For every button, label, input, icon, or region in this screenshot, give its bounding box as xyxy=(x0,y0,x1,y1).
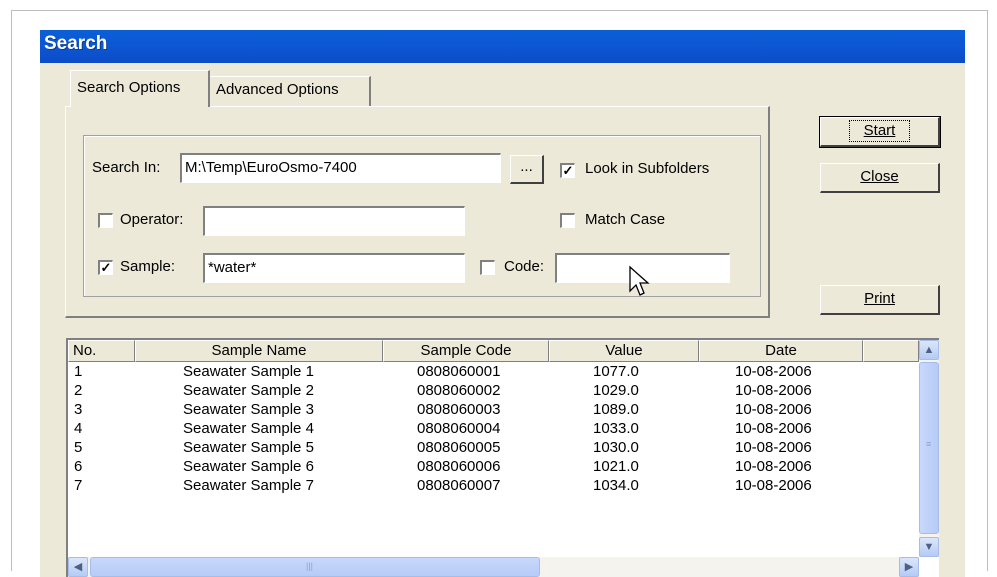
chevron-left-icon[interactable]: ◀ xyxy=(68,557,88,577)
tab-search-options[interactable]: Search Options xyxy=(70,70,210,107)
column-header-empty xyxy=(863,340,919,362)
table-row[interactable]: 1 Seawater Sample 1 0808060001 1077.0 10-08-… xyxy=(68,363,919,380)
vertical-scroll-thumb[interactable]: ≡ xyxy=(919,362,939,534)
row-sample-name: Seawater Sample 6 xyxy=(183,458,314,475)
row-sample-code: 0808060003 xyxy=(417,401,501,418)
row-number: 1 xyxy=(74,363,83,380)
grip-icon: ≡ xyxy=(926,439,932,449)
operator-label: Operator: xyxy=(120,211,184,228)
row-sample-code: 0808060007 xyxy=(417,477,501,494)
vertical-scrollbar[interactable]: ▲ ≡ ▼ xyxy=(919,340,939,557)
row-value: 1029.0 xyxy=(593,382,639,399)
row-value: 1034.0 xyxy=(593,477,639,494)
row-date: 10-08-2006 xyxy=(735,382,812,399)
row-date: 10-08-2006 xyxy=(735,477,812,494)
table-row[interactable]: 6 Seawater Sample 6 0808060006 1021.0 10-08-… xyxy=(68,458,919,475)
column-header-value[interactable]: Value xyxy=(549,340,699,362)
row-sample-code: 0808060004 xyxy=(417,420,501,437)
window-title: Search xyxy=(44,33,108,54)
row-sample-code: 0808060006 xyxy=(417,458,501,475)
table-row[interactable]: 4 Seawater Sample 4 0808060004 1033.0 10-08-… xyxy=(68,420,919,437)
tab-label: Search Options xyxy=(77,79,181,96)
row-date: 10-08-2006 xyxy=(735,401,812,418)
horizontal-scrollbar[interactable]: ◀ ||| ▶ xyxy=(68,557,919,577)
column-header-sample-code[interactable]: Sample Code xyxy=(383,340,549,362)
browse-button[interactable]: ... xyxy=(510,155,544,184)
mouse-pointer-icon xyxy=(629,265,650,296)
tab-label: Advanced Options xyxy=(216,81,339,98)
tab-advanced-options[interactable]: Advanced Options xyxy=(209,76,371,106)
operator-checkbox[interactable] xyxy=(98,213,113,228)
chevron-down-icon[interactable]: ▼ xyxy=(919,537,939,557)
start-button[interactable]: Start xyxy=(819,116,941,148)
row-value: 1030.0 xyxy=(593,439,639,456)
row-date: 10-08-2006 xyxy=(735,458,812,475)
row-date: 10-08-2006 xyxy=(735,439,812,456)
row-value: 1033.0 xyxy=(593,420,639,437)
row-sample-name: Seawater Sample 7 xyxy=(183,477,314,494)
match-case-checkbox[interactable] xyxy=(560,213,575,228)
table-row[interactable]: 2 Seawater Sample 2 0808060002 1029.0 10-08-… xyxy=(68,382,919,399)
row-number: 3 xyxy=(74,401,83,418)
title-bar[interactable]: Search xyxy=(40,30,965,63)
row-date: 10-08-2006 xyxy=(735,363,812,380)
row-sample-name: Seawater Sample 1 xyxy=(183,363,314,380)
row-number: 4 xyxy=(74,420,83,437)
results-list[interactable]: No. Sample Name Sample Code Value Date 1… xyxy=(66,338,939,577)
row-sample-code: 0808060002 xyxy=(417,382,501,399)
print-button[interactable]: Print xyxy=(820,285,940,315)
horizontal-scroll-thumb[interactable]: ||| xyxy=(90,557,540,577)
row-date: 10-08-2006 xyxy=(735,420,812,437)
row-value: 1021.0 xyxy=(593,458,639,475)
start-label: Start xyxy=(863,122,896,139)
row-number: 2 xyxy=(74,382,83,399)
close-label: Close xyxy=(860,168,899,185)
chevron-right-icon[interactable]: ▶ xyxy=(899,557,919,577)
search-in-field[interactable]: M:\Temp\EuroOsmo-7400 xyxy=(180,153,501,183)
chevron-up-icon[interactable]: ▲ xyxy=(919,340,939,360)
sample-checkbox[interactable]: ✓ xyxy=(98,260,113,275)
row-sample-code: 0808060001 xyxy=(417,363,501,380)
sample-field[interactable]: *water* xyxy=(203,253,465,283)
grip-icon: ||| xyxy=(306,561,314,571)
print-label: Print xyxy=(864,290,895,307)
operator-field[interactable] xyxy=(203,206,465,236)
table-row[interactable]: 7 Seawater Sample 7 0808060007 1034.0 10-08-… xyxy=(68,477,919,494)
row-number: 6 xyxy=(74,458,83,475)
row-value: 1077.0 xyxy=(593,363,639,380)
search-in-label: Search In: xyxy=(92,159,161,176)
table-row[interactable]: 3 Seawater Sample 3 0808060003 1089.0 10-08-… xyxy=(68,401,919,418)
column-header-date[interactable]: Date xyxy=(699,340,863,362)
row-sample-name: Seawater Sample 5 xyxy=(183,439,314,456)
row-sample-name: Seawater Sample 4 xyxy=(183,420,314,437)
column-header-sample-name[interactable]: Sample Name xyxy=(135,340,383,362)
look-in-subfolders-checkbox[interactable]: ✓ xyxy=(560,163,575,178)
table-row[interactable]: 5 Seawater Sample 5 0808060005 1030.0 10-08-… xyxy=(68,439,919,456)
row-number: 5 xyxy=(74,439,83,456)
column-header-no[interactable]: No. xyxy=(68,340,135,362)
code-checkbox[interactable] xyxy=(480,260,495,275)
row-value: 1089.0 xyxy=(593,401,639,418)
row-sample-code: 0808060005 xyxy=(417,439,501,456)
row-sample-name: Seawater Sample 3 xyxy=(183,401,314,418)
code-label: Code: xyxy=(504,258,545,275)
sample-label: Sample: xyxy=(120,258,176,275)
row-sample-name: Seawater Sample 2 xyxy=(183,382,314,399)
row-number: 7 xyxy=(74,477,83,494)
close-button[interactable]: Close xyxy=(820,163,940,193)
look-in-subfolders-label: Look in Subfolders xyxy=(585,160,710,177)
match-case-label: Match Case xyxy=(585,211,666,228)
